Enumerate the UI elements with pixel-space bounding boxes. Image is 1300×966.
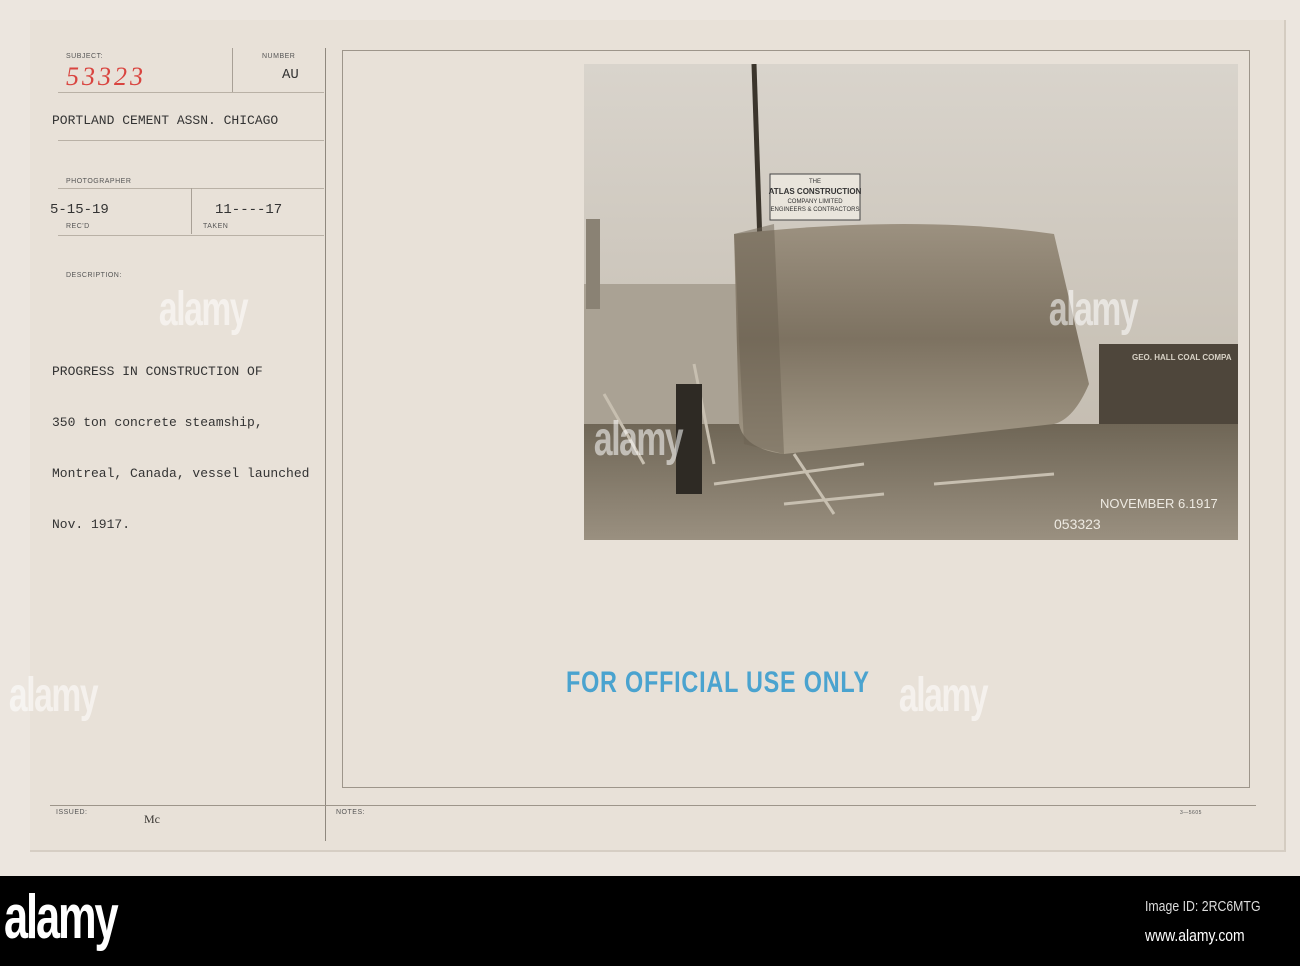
description-line: Montreal, Canada, vessel launched xyxy=(52,466,310,481)
sign-line: THE xyxy=(809,179,821,185)
sign-line: COMPANY LIMITED xyxy=(787,199,843,205)
notes-label: NOTES: xyxy=(336,809,366,816)
building-sign: GEO. HALL COAL COMPA xyxy=(1132,353,1232,362)
description-line: Nov. 1917. xyxy=(52,517,131,532)
image-id: Image ID: 2RC6MTG xyxy=(1145,898,1261,915)
photographer-label: PHOTOGRAPHER xyxy=(66,178,132,185)
received-date: 5-15-19 xyxy=(50,202,109,218)
number-value: AU xyxy=(282,67,299,83)
footer-bar: alamy Image ID: 2RC6MTG www.alamy.com xyxy=(0,876,1300,966)
ship-construction-image: THE ATLAS CONSTRUCTION COMPANY LIMITED E… xyxy=(584,64,1238,540)
watermark: alamy xyxy=(593,413,684,466)
sign-line: ENGINEERS & CONTRACTORS xyxy=(771,207,860,213)
photo-caption-number: 053323 xyxy=(1054,516,1101,532)
description: PROGRESS IN CONSTRUCTION OF 350 ton conc… xyxy=(52,329,309,550)
site-url[interactable]: www.alamy.com xyxy=(1145,926,1245,946)
form-number: 3—5605 xyxy=(1180,810,1202,816)
taken-label: TAKEN xyxy=(203,223,229,230)
received-label: REC'D xyxy=(66,223,90,230)
photo-caption-date: NOVEMBER 6.1917 xyxy=(1100,496,1218,511)
description-line: 350 ton concrete steamship, xyxy=(52,415,263,430)
watermark: alamy xyxy=(158,283,249,336)
description-label: DESCRIPTION: xyxy=(66,272,122,279)
watermark: alamy xyxy=(8,669,99,722)
subject-number: 53323 xyxy=(66,62,146,91)
photograph: THE ATLAS CONSTRUCTION COMPANY LIMITED E… xyxy=(584,64,1238,540)
subject-label: SUBJECT: xyxy=(66,53,104,60)
description-line: PROGRESS IN CONSTRUCTION OF xyxy=(52,364,263,379)
watermark: alamy xyxy=(1048,283,1139,336)
official-use-stamp: FOR OFFICIAL USE ONLY xyxy=(566,666,870,699)
issued-label: ISSUED: xyxy=(56,809,88,816)
source: PORTLAND CEMENT ASSN. CHICAGO xyxy=(52,113,279,128)
alamy-logo: alamy xyxy=(4,883,119,952)
watermark: alamy xyxy=(898,669,989,722)
issued-value: Mc xyxy=(144,812,160,826)
number-label: NUMBER xyxy=(262,53,296,60)
taken-date: 11----17 xyxy=(215,202,283,218)
sign-line: ATLAS CONSTRUCTION xyxy=(769,187,862,196)
